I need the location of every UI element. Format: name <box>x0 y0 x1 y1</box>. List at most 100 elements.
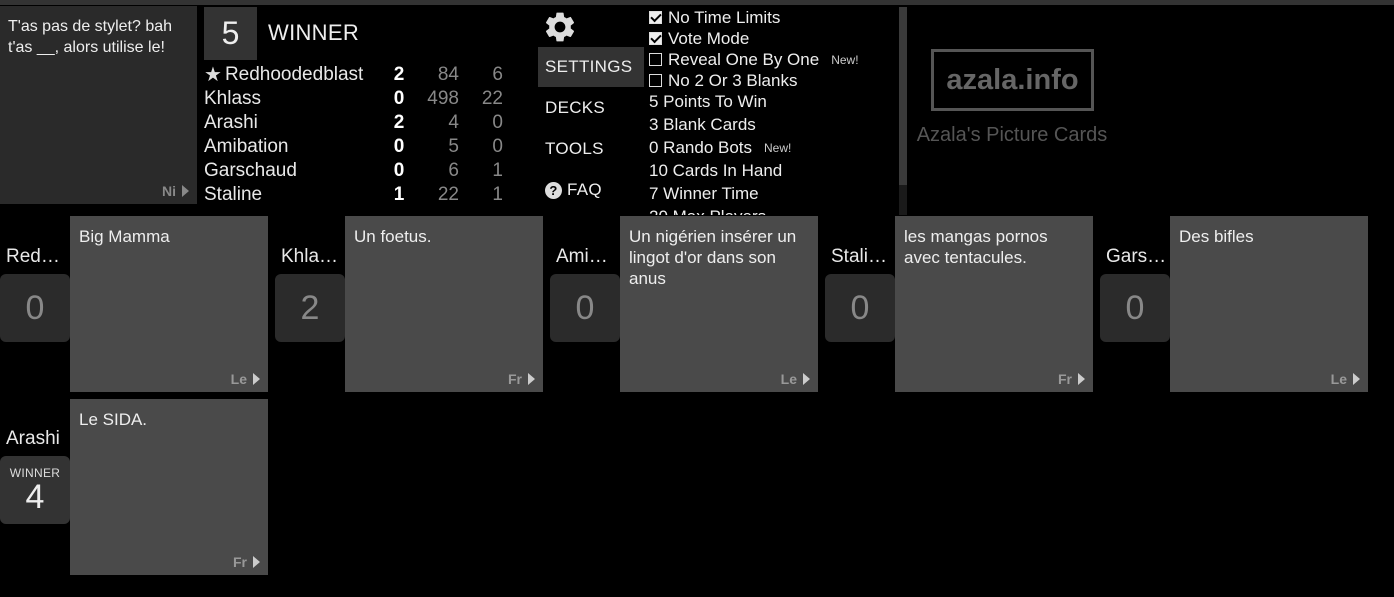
player-name: Arashi <box>204 112 258 133</box>
settings-list: No Time Limits Vote Mode Reveal One By O… <box>649 7 899 215</box>
setting-blank-cards[interactable]: 3 Blank Cards <box>649 114 899 135</box>
menu-faq[interactable]: ? FAQ <box>538 170 644 210</box>
deck-code: Le <box>780 371 797 387</box>
setting-winner-time[interactable]: 7 Winner Time <box>649 183 899 204</box>
play-arrow-icon[interactable] <box>182 185 189 197</box>
player-name: Amibation <box>204 136 289 157</box>
setting-reveal-one-by-one[interactable]: Reveal One By One New! <box>649 49 899 70</box>
setting-cards-in-hand[interactable]: 10 Cards In Hand <box>649 160 899 181</box>
player-stat: 5 <box>448 136 459 157</box>
white-card-footer[interactable]: Fr <box>508 371 535 387</box>
player-points: 0 <box>393 88 405 109</box>
checkbox-unchecked-icon[interactable] <box>649 74 662 87</box>
player-stat: 22 <box>481 88 503 109</box>
question-circle-icon: ? <box>545 181 562 199</box>
new-badge: New! <box>831 52 859 67</box>
winner-name: Arashi <box>6 428 60 449</box>
player-slot-name: Ami… <box>556 246 608 267</box>
black-card[interactable]: T'as pas de stylet? bah t'as __, alors u… <box>0 6 197 204</box>
menu-tools[interactable]: TOOLS <box>538 129 644 169</box>
deck-code: Fr <box>508 371 522 387</box>
new-badge: New! <box>764 140 792 155</box>
player-points: 2 <box>393 64 405 85</box>
white-card-footer[interactable]: Fr <box>233 554 260 570</box>
scoreboard-row: ★ Redhoodedblast 2 84 6 <box>204 63 509 87</box>
player-name: Khlass <box>204 88 262 109</box>
white-card[interactable]: Des bifles Le <box>1170 216 1368 392</box>
white-card-footer[interactable]: Le <box>1331 371 1360 387</box>
white-card-text: Le SIDA. <box>79 410 148 429</box>
white-card-text: Un nigérien insérer un lingot d'or dans … <box>629 227 797 288</box>
player-points: 1 <box>393 184 405 205</box>
player-stat: 1 <box>492 160 503 181</box>
player-stat: 0 <box>492 136 503 157</box>
player-points: 2 <box>393 112 405 133</box>
menu-decks[interactable]: DECKS <box>538 88 644 128</box>
player-stat: 84 <box>437 64 459 85</box>
scoreboard: ★ Redhoodedblast 2 84 6 Khlass 0 498 22 A… <box>204 63 509 207</box>
player-slot-score: 0 <box>1100 274 1170 342</box>
setting-max-players[interactable]: 20 Max Players <box>649 206 899 216</box>
scoreboard-row: Garschaud 0 6 1 <box>204 159 509 183</box>
scoreboard-row: Amibation 0 5 0 <box>204 135 509 159</box>
menu-settings[interactable]: SETTINGS <box>538 47 644 87</box>
black-card-footer[interactable]: Ni <box>162 183 189 199</box>
winning-white-card[interactable]: Le SIDA. Fr <box>70 399 268 575</box>
deck-code: Le <box>230 371 247 387</box>
player-stat: 22 <box>437 184 459 205</box>
white-card[interactable]: les mangas pornos avec tentacules. Fr <box>895 216 1093 392</box>
winner-score-badge: WINNER 4 <box>0 456 70 524</box>
deck-code: Ni <box>162 183 176 199</box>
player-slot-name: Stali… <box>831 246 887 267</box>
white-card-text: Des bifles <box>1179 227 1254 246</box>
scoreboard-row: Staline 1 22 1 <box>204 183 509 207</box>
checkbox-unchecked-icon[interactable] <box>649 53 662 66</box>
play-arrow-icon[interactable] <box>1078 373 1085 385</box>
player-points: 0 <box>393 136 405 157</box>
setting-rando-bots[interactable]: 0 Rando Bots New! <box>649 137 899 158</box>
white-card-footer[interactable]: Fr <box>1058 371 1085 387</box>
site-logo[interactable]: azala.info <box>931 49 1094 111</box>
white-card-footer[interactable]: Le <box>781 371 810 387</box>
play-arrow-icon[interactable] <box>253 373 260 385</box>
white-card-text: Big Mamma <box>79 227 170 246</box>
player-points: 0 <box>393 160 405 181</box>
setting-points-to-win[interactable]: 5 Points To Win <box>649 91 899 112</box>
player-name: ★ Redhoodedblast <box>204 64 364 86</box>
play-arrow-icon[interactable] <box>528 373 535 385</box>
play-arrow-icon[interactable] <box>1353 373 1360 385</box>
white-card[interactable]: Big Mamma Le <box>70 216 268 392</box>
player-stat: 6 <box>492 64 503 85</box>
player-slot-name: Gars… <box>1106 246 1167 267</box>
player-stat: 498 <box>427 88 459 109</box>
player-stat: 6 <box>448 160 459 181</box>
player-name: Garschaud <box>204 160 297 181</box>
player-slot-score: 2 <box>275 274 345 342</box>
play-arrow-icon[interactable] <box>803 373 810 385</box>
scoreboard-row: Arashi 2 4 0 <box>204 111 509 135</box>
star-icon: ★ <box>204 64 222 86</box>
play-arrow-icon[interactable] <box>253 556 260 568</box>
settings-scrollbar-thumb[interactable] <box>899 7 907 185</box>
player-slot-name: Khla… <box>281 246 339 267</box>
player-slot-score: 0 <box>0 274 70 342</box>
setting-no-time-limits[interactable]: No Time Limits <box>649 7 899 28</box>
player-slot-score: 0 <box>550 274 620 342</box>
points-goal-badge: 5 <box>204 7 257 60</box>
player-slot-score: 0 <box>825 274 895 342</box>
gear-icon[interactable] <box>541 9 579 45</box>
checkbox-checked-icon[interactable] <box>649 11 662 24</box>
deck-code: Fr <box>1058 371 1072 387</box>
winner-score: 4 <box>25 478 45 516</box>
deck-code: Fr <box>233 554 247 570</box>
setting-no-2-or-3-blanks[interactable]: No 2 Or 3 Blanks <box>649 70 899 91</box>
player-name: Staline <box>204 184 263 205</box>
checkbox-checked-icon[interactable] <box>649 32 662 45</box>
black-card-text: T'as pas de stylet? bah t'as __, alors u… <box>8 18 173 56</box>
setting-vote-mode[interactable]: Vote Mode <box>649 28 899 49</box>
site-subtitle: Azala's Picture Cards <box>916 124 1108 146</box>
game-phase-title: WINNER <box>268 20 360 45</box>
white-card[interactable]: Un nigérien insérer un lingot d'or dans … <box>620 216 818 392</box>
white-card[interactable]: Un foetus. Fr <box>345 216 543 392</box>
white-card-footer[interactable]: Le <box>231 371 260 387</box>
